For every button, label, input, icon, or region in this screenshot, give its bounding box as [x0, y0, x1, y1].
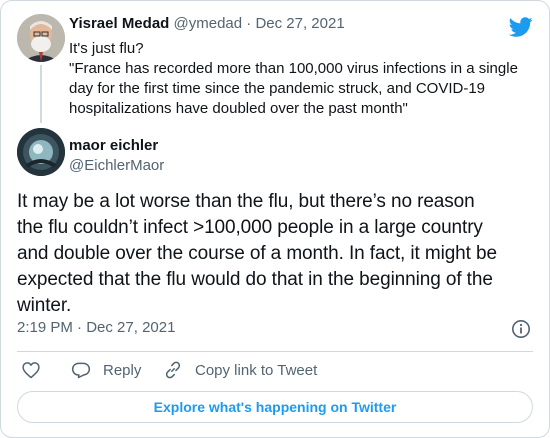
main-author-handle[interactable]: @EichlerMaor: [69, 157, 164, 174]
parent-tweet-line: "France has recorded more than 100,000 v…: [69, 60, 518, 77]
parent-tweet-line: day for the first time since the pandemi…: [69, 80, 486, 97]
heart-icon: [22, 362, 40, 379]
main-tweet-line: It may be a lot worse than the flu, but …: [17, 191, 475, 212]
twitter-bird-icon[interactable]: [508, 15, 533, 39]
main-author-name[interactable]: maor eichler: [69, 137, 158, 154]
parent-tweet-line: It's just flu?: [69, 40, 144, 57]
reply-button[interactable]: Reply: [71, 360, 141, 380]
avatar-yisrael-medad[interactable]: [17, 14, 65, 62]
parent-tweet-header: Yisrael Medad @ymedad · Dec 27, 2021: [69, 15, 345, 32]
parent-tweet-text: It's just flu? "France has recorded more…: [69, 39, 539, 119]
explore-twitter-button[interactable]: Explore what's happening on Twitter: [17, 391, 533, 423]
parent-tweet-date[interactable]: Dec 27, 2021: [255, 15, 344, 32]
thread-connector-line: [40, 65, 42, 123]
timestamp-separator: ·: [77, 319, 83, 336]
copy-link-button[interactable]: Copy link to Tweet: [163, 360, 317, 380]
tweet-embed-card: Yisrael Medad @ymedad · Dec 27, 2021 It'…: [0, 0, 550, 438]
tweet-time: 2:19 PM: [17, 319, 73, 336]
main-tweet-line: winter.: [17, 295, 72, 316]
info-icon[interactable]: [511, 319, 531, 339]
copy-link-label: Copy link to Tweet: [195, 361, 318, 379]
divider: [17, 351, 533, 352]
parent-tweet-line: hospitalizations have doubled over the p…: [69, 100, 408, 117]
tweet-date: Dec 27, 2021: [86, 319, 176, 336]
main-tweet-line: and double over the course of a month. I…: [17, 243, 497, 264]
parent-header-separator: ·: [246, 15, 252, 32]
reply-icon: [71, 362, 91, 379]
link-icon: [165, 361, 181, 379]
main-tweet-line: expected that the flu would do that in t…: [17, 269, 493, 290]
main-tweet-text: It may be a lot worse than the flu, but …: [17, 189, 537, 319]
reply-label: Reply: [103, 361, 142, 379]
avatar-maor-eichler[interactable]: [17, 128, 65, 176]
like-button[interactable]: [21, 360, 41, 380]
tweet-timestamp[interactable]: 2:19 PM · Dec 27, 2021: [17, 319, 175, 336]
parent-author-name[interactable]: Yisrael Medad: [69, 15, 169, 32]
main-tweet-line: the flu couldn’t infect >100,000 people …: [17, 217, 483, 238]
parent-author-handle[interactable]: @ymedad: [174, 15, 243, 32]
